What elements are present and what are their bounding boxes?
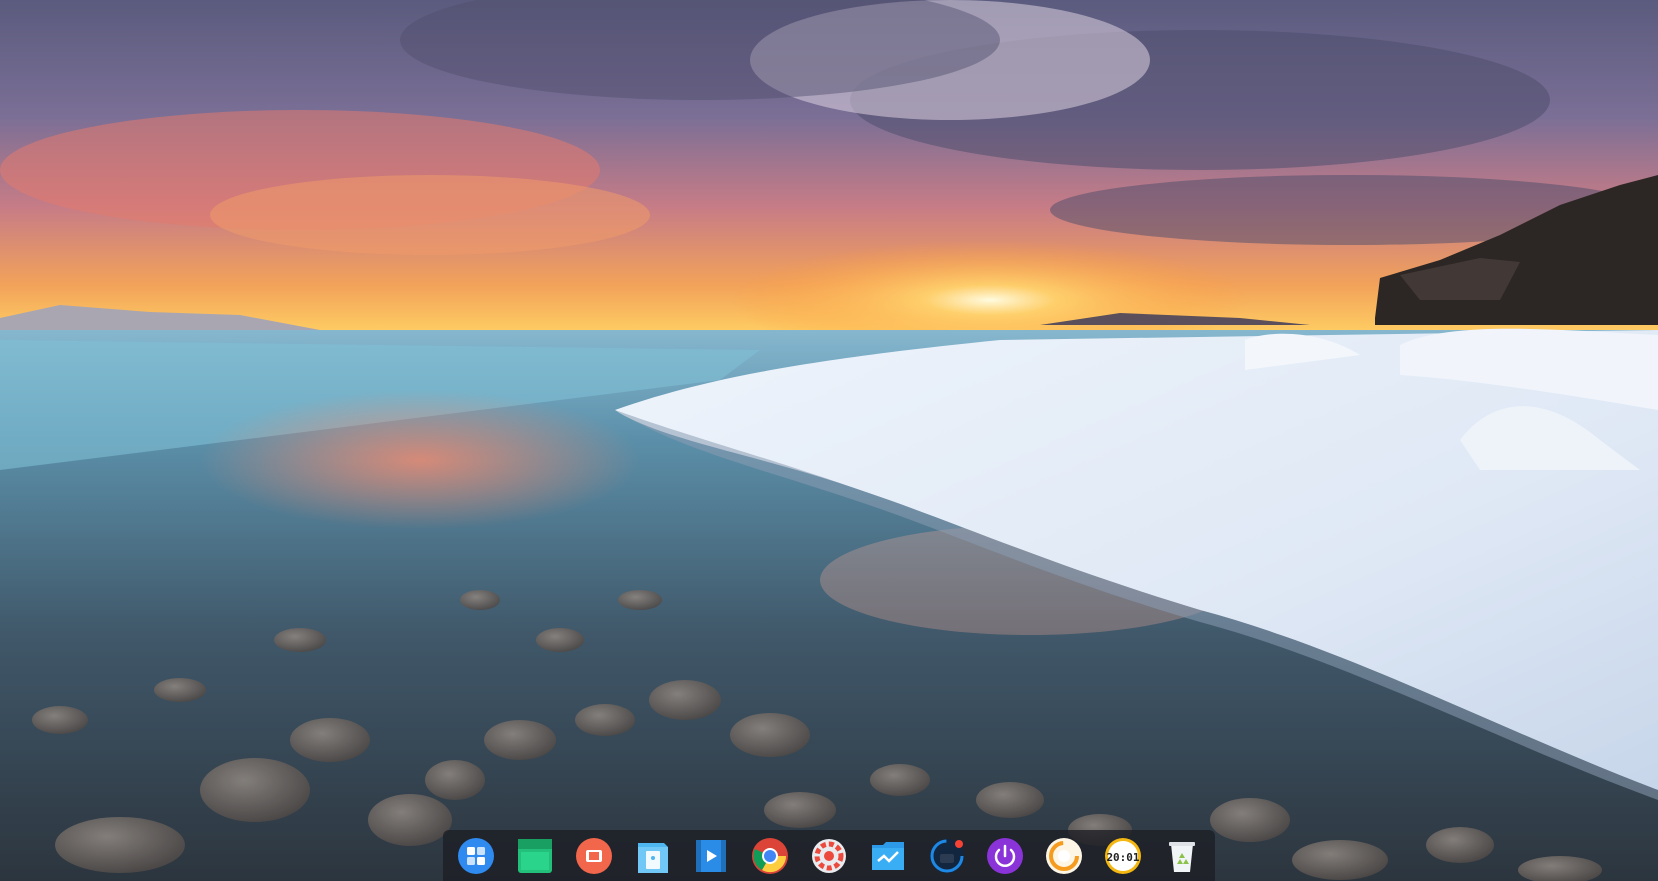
dock-item-trash[interactable] [1152, 830, 1211, 881]
dock-item-movie-player[interactable] [682, 830, 741, 881]
dock-item-app-store[interactable] [917, 830, 976, 881]
control-center-icon [811, 838, 846, 873]
launcher-icon [458, 837, 495, 874]
dock-item-shutdown[interactable] [976, 830, 1035, 881]
desktop[interactable]: 20:01 [0, 0, 1658, 881]
movie-player-icon [696, 839, 727, 872]
multitask-view-icon [518, 838, 552, 873]
file-manager-icon [637, 842, 668, 873]
system-monitor-icon [871, 841, 904, 870]
clock-time-label: 20:01 [1106, 851, 1139, 864]
dock-item-multitask-view[interactable] [506, 830, 565, 881]
app-store-icon [929, 838, 964, 873]
clock-icon: 20:01 [1104, 837, 1141, 874]
screen-recorder-icon [575, 837, 612, 874]
dock-item-deepin-music[interactable] [1035, 830, 1094, 881]
power-icon [987, 837, 1024, 874]
dock-item-control-center[interactable] [800, 830, 859, 881]
chrome-icon [752, 837, 789, 874]
music-icon [1046, 837, 1083, 874]
trash-icon [1168, 841, 1195, 872]
dock: 20:01 [443, 830, 1215, 881]
dock-item-clock[interactable]: 20:01 [1094, 830, 1153, 881]
wallpaper [0, 0, 1658, 881]
dock-item-chrome[interactable] [741, 830, 800, 881]
dock-item-launcher[interactable] [447, 830, 506, 881]
dock-item-system-monitor[interactable] [858, 830, 917, 881]
dock-item-file-manager[interactable] [623, 830, 682, 881]
dock-item-screen-recorder[interactable] [564, 830, 623, 881]
